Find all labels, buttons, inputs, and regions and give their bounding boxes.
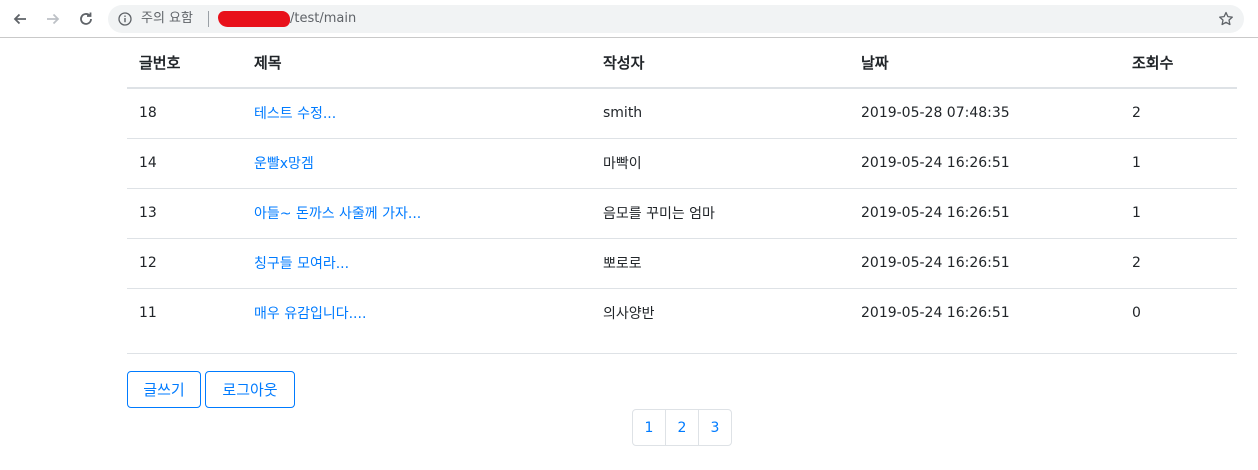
omnibox-divider bbox=[208, 11, 209, 27]
table-row: 18 테스트 수정... smith 2019-05-28 07:48:35 2 bbox=[127, 88, 1237, 139]
page-link-2[interactable]: 2 bbox=[665, 409, 699, 446]
star-icon[interactable] bbox=[1218, 11, 1234, 27]
post-author: 뽀로로 bbox=[591, 238, 849, 289]
post-title-link[interactable]: 운빨x망겜 bbox=[254, 156, 314, 172]
post-title-link[interactable]: 칭구들 모여라... bbox=[254, 256, 349, 272]
header-author: 작성자 bbox=[591, 38, 849, 89]
post-views: 1 bbox=[1120, 138, 1237, 189]
post-date: 2019-05-24 16:26:51 bbox=[849, 238, 1120, 289]
reload-icon[interactable] bbox=[74, 7, 98, 31]
post-title-link[interactable]: 매우 유감입니다.... bbox=[254, 306, 366, 322]
table-bottom-divider bbox=[127, 353, 1237, 354]
post-date: 2019-05-24 16:26:51 bbox=[861, 305, 1010, 322]
post-views: 2 bbox=[1120, 238, 1237, 289]
post-number: 13 bbox=[127, 188, 242, 239]
post-author: 마빡이 bbox=[591, 138, 849, 189]
board-container: 글번호 제목 작성자 날짜 조회수 18 테스트 수정... smith 201… bbox=[127, 38, 1237, 338]
table-row: 12 칭구들 모여라... 뽀로로 2019-05-24 16:26:51 2 bbox=[127, 238, 1237, 289]
table-row: 13 아들~ 돈까스 사줄께 가자... 음모를 꾸미는 엄마 2019-05-… bbox=[127, 188, 1237, 239]
write-post-button[interactable]: 글쓰기 bbox=[127, 371, 201, 408]
post-title-link[interactable]: 아들~ 돈까스 사줄께 가자... bbox=[254, 206, 421, 222]
url-path: /test/main bbox=[290, 11, 357, 26]
address-bar[interactable]: 주의 요함 /test/main bbox=[108, 5, 1244, 33]
post-author: 의사양반 bbox=[603, 306, 655, 323]
logout-button[interactable]: 로그아웃 bbox=[205, 371, 295, 408]
post-number: 14 bbox=[127, 138, 242, 189]
post-date: 2019-05-24 16:26:51 bbox=[849, 138, 1120, 189]
table-row: 11 매우 유감입니다.... 의사양반 2019-05-24 16:26:51… bbox=[127, 288, 1237, 338]
forward-arrow-icon[interactable] bbox=[41, 7, 65, 31]
post-title-link[interactable]: 테스트 수정... bbox=[254, 106, 336, 122]
post-date: 2019-05-28 07:48:35 bbox=[849, 88, 1120, 139]
post-views: 2 bbox=[1120, 88, 1237, 139]
table-header-row: 글번호 제목 작성자 날짜 조회수 bbox=[127, 38, 1237, 89]
post-table: 글번호 제목 작성자 날짜 조회수 18 테스트 수정... smith 201… bbox=[127, 38, 1237, 338]
back-arrow-icon[interactable] bbox=[8, 7, 32, 31]
post-author: smith bbox=[591, 88, 849, 139]
post-views: 1 bbox=[1120, 188, 1237, 239]
post-views: 0 bbox=[1132, 305, 1141, 322]
post-number: 12 bbox=[127, 238, 242, 289]
post-number: 18 bbox=[127, 88, 242, 139]
post-number: 11 bbox=[139, 305, 157, 322]
info-icon[interactable] bbox=[118, 12, 132, 26]
post-author: 음모를 꾸미는 엄마 bbox=[591, 188, 849, 239]
pagination: 1 2 3 bbox=[632, 409, 732, 446]
header-title: 제목 bbox=[242, 38, 591, 89]
table-row: 14 운빨x망겜 마빡이 2019-05-24 16:26:51 1 bbox=[127, 138, 1237, 189]
page-link-3[interactable]: 3 bbox=[698, 409, 732, 446]
security-label: 주의 요함 bbox=[141, 11, 193, 26]
header-date: 날짜 bbox=[849, 38, 1120, 89]
header-post-number: 글번호 bbox=[127, 38, 242, 89]
browser-toolbar: 주의 요함 /test/main bbox=[0, 0, 1258, 38]
page-link-1[interactable]: 1 bbox=[632, 409, 666, 446]
redacted-host bbox=[218, 11, 290, 27]
post-date: 2019-05-24 16:26:51 bbox=[849, 188, 1120, 239]
header-views: 조회수 bbox=[1120, 38, 1237, 89]
